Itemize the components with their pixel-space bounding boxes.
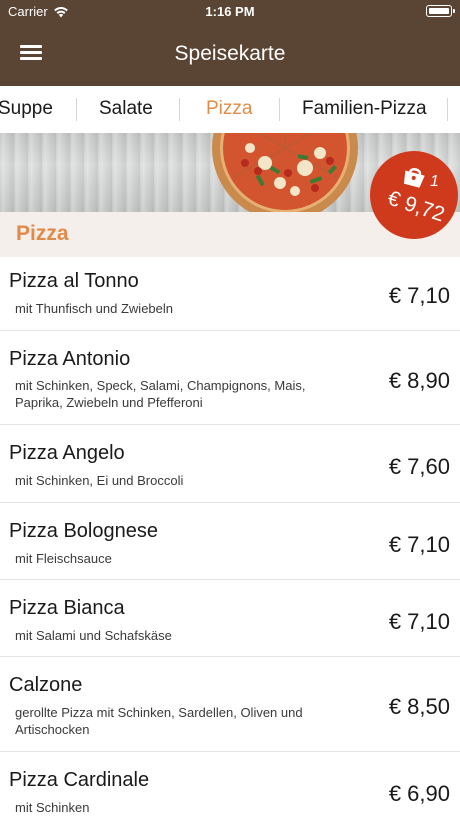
tab-divider [447, 98, 448, 121]
item-name: Pizza Angelo [9, 442, 125, 464]
item-description: mit Thunfisch und Zwiebeln [15, 301, 174, 316]
navigation-bar: Speisekarte [0, 24, 460, 86]
item-price: € 8,90 [388, 368, 450, 393]
pizza-image [212, 133, 358, 212]
tab-pizza[interactable]: Pizza [206, 86, 252, 133]
item-name: Pizza al Tonno [9, 270, 139, 292]
item-description: mit Schinken, Speck, Salami, Champignons… [15, 378, 306, 410]
item-price: € 7,60 [388, 454, 450, 479]
status-time: 1:16 PM [205, 4, 255, 19]
page-title: Speisekarte [174, 42, 286, 65]
menu-item[interactable]: Pizza al Tonno mit Thunfisch und Zwiebel… [0, 257, 460, 331]
item-description: mit Salami und Schafskäse [15, 628, 172, 643]
item-description: mit Schinken, Ei und Broccoli [15, 473, 184, 488]
item-price: € 7,10 [388, 532, 450, 557]
menu-item[interactable]: Pizza Angelo mit Schinken, Ei und Brocco… [0, 425, 460, 503]
tab-divider [76, 98, 77, 121]
menu-item[interactable]: Pizza Cardinale mit Schinken € 6,90 [0, 752, 460, 818]
item-name: Pizza Bolognese [9, 520, 158, 542]
tab-divider [179, 98, 180, 121]
menu-item[interactable]: Pizza Antonio mit Schinken, Speck, Salam… [0, 331, 460, 425]
item-description: mit Schinken [15, 800, 90, 815]
menu-item[interactable]: Calzone gerollte Pizza mit Schinken, Sar… [0, 657, 460, 752]
item-name: Pizza Cardinale [9, 769, 150, 791]
item-description: gerollte Pizza mit Schinken, Sardellen, … [15, 705, 303, 737]
top-chrome: Carrier 1:16 PM Speisekarte [0, 0, 460, 86]
item-price: € 8,50 [388, 694, 450, 719]
item-description: mit Fleischsauce [15, 551, 112, 566]
item-name: Pizza Antonio [9, 348, 131, 370]
menu-item[interactable]: Pizza Bianca mit Salami und Schafskäse €… [0, 580, 460, 657]
status-bar: Carrier 1:16 PM [0, 0, 460, 24]
category-tabs: Suppe Salate Pizza Familien-Pizza [0, 86, 460, 133]
section-title: Pizza [16, 222, 69, 245]
tab-familien-pizza[interactable]: Familien-Pizza [302, 86, 427, 133]
cart-count: 1 [430, 173, 439, 190]
item-price: € 7,10 [388, 609, 450, 634]
item-price: € 6,90 [388, 781, 450, 806]
cart-button[interactable]: 1 € 9,72 [370, 151, 458, 239]
tab-suppe[interactable]: Suppe [0, 86, 53, 133]
tab-salate[interactable]: Salate [99, 86, 153, 133]
menu-item[interactable]: Pizza Bolognese mit Fleischsauce € 7,10 [0, 503, 460, 580]
item-price: € 7,10 [388, 283, 450, 308]
shopping-bag-icon [403, 168, 425, 188]
item-name: Pizza Bianca [9, 597, 125, 619]
battery-icon [426, 5, 455, 17]
cart-total: € 9,72 [384, 186, 448, 227]
tab-divider [279, 98, 280, 121]
item-name: Calzone [9, 674, 83, 696]
menu-list: Pizza al Tonno mit Thunfisch und Zwiebel… [0, 257, 460, 818]
